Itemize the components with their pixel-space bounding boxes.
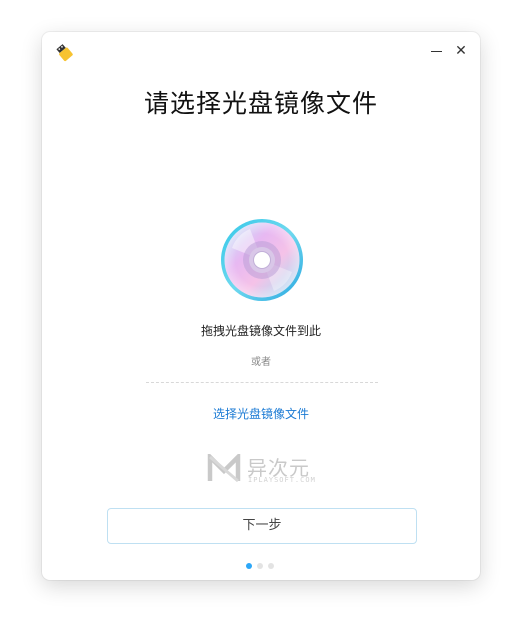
step-indicator [246,563,286,569]
page-title: 请选择光盘镜像文件 [143,89,378,118]
select-image-file-link[interactable]: 选择光盘镜像文件 [42,405,480,422]
minimize-button[interactable] [426,41,446,61]
watermark: 异次元 IPLAYSOFT.COM [207,452,327,488]
dashed-divider [146,382,378,383]
boot-maker-window: ✕ 请选择光盘镜像文件 拖拽光盘镜像文件到此 或者 选择光盘镜像文件 异次元 I… [42,32,480,580]
watermark-subtitle: IPLAYSOFT.COM [248,476,316,484]
optical-disc-icon[interactable] [220,218,304,302]
next-step-button[interactable]: 下一步 [107,508,417,544]
or-separator-label: 或者 [251,357,271,368]
watermark-logo-icon [207,454,241,483]
step-dot-1 [246,563,252,569]
close-icon: ✕ [455,43,467,59]
usb-drive-icon [56,44,73,62]
step-dot-2 [257,563,263,569]
minimize-icon [430,51,442,52]
drop-zone-hint: 拖拽光盘镜像文件到此 [200,324,321,338]
step-dot-3 [268,563,274,569]
close-button[interactable]: ✕ [451,41,471,61]
